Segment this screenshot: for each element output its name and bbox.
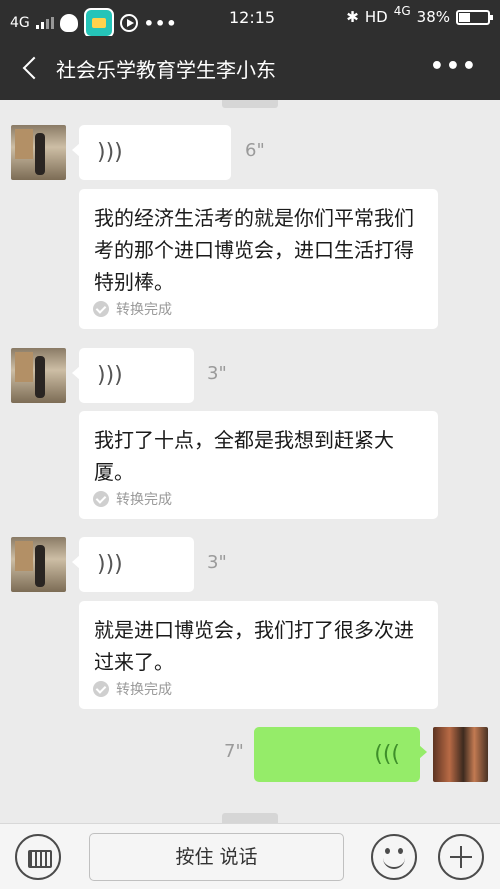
- voice-wave-icon: ))): [97, 552, 123, 577]
- transcript-bubble[interactable]: 我的经济生活考的就是你们平常我们考的那个进口博览会，进口生活打得特别棒。 转换完…: [79, 189, 438, 329]
- timestamp-chip: [222, 100, 278, 108]
- transcript-text: 就是进口博览会，我们打了很多次进过来了。: [94, 618, 414, 674]
- transcript-status-label: 转换完成: [116, 682, 172, 698]
- transcript-text: 我打了十点，全都是我想到赶紧大厦。: [94, 428, 394, 484]
- more-notifications-icon: •••: [143, 13, 178, 33]
- voice-duration: 3": [207, 552, 227, 573]
- voice-duration: 7": [224, 741, 244, 762]
- transcript-bubble[interactable]: 就是进口博览会，我们打了很多次进过来了。 转换完成: [79, 601, 438, 709]
- avatar[interactable]: [11, 537, 66, 592]
- bluetooth-icon: ✱: [346, 8, 359, 26]
- chat-title: 社会乐学教育学生李小东: [56, 58, 276, 82]
- back-chevron-icon[interactable]: [18, 54, 46, 82]
- transcript-status-label: 转换完成: [116, 492, 172, 508]
- check-circle-icon: [93, 301, 109, 317]
- hd-label: HD: [364, 8, 388, 26]
- transcript-status: 转换完成: [93, 489, 172, 509]
- voice-message-bubble[interactable]: ))): [72, 125, 231, 180]
- battery-percent: 38%: [416, 8, 450, 26]
- chat-header: 社会乐学教育学生李小东 •••: [0, 36, 500, 100]
- input-bar: 按住 说话: [0, 823, 500, 889]
- voice-wave-icon: (((: [374, 742, 400, 767]
- hold-to-talk-button[interactable]: 按住 说话: [89, 833, 344, 881]
- avatar[interactable]: [11, 348, 66, 403]
- transcript-status-label: 转换完成: [116, 302, 172, 318]
- voice-wave-icon: ))): [97, 363, 123, 388]
- avatar[interactable]: [11, 125, 66, 180]
- avatar-self[interactable]: [433, 727, 488, 782]
- transcript-bubble[interactable]: 我打了十点，全都是我想到赶紧大厦。 转换完成: [79, 411, 438, 519]
- transcript-text: 我的经济生活考的就是你们平常我们考的那个进口博览会，进口生活打得特别棒。: [94, 206, 414, 294]
- timestamp-chip: [222, 813, 278, 823]
- status-bar: 4G ••• 12:15 ✱ HD 4G 38%: [0, 0, 500, 38]
- more-dots-icon[interactable]: •••: [430, 54, 478, 79]
- voice-message-bubble-self[interactable]: (((: [254, 727, 427, 782]
- app-notification-icon: [83, 8, 114, 38]
- voice-duration: 6": [245, 140, 265, 161]
- network-type: 4G: [10, 15, 30, 31]
- voice-wave-icon: ))): [97, 140, 123, 165]
- keyboard-icon[interactable]: [15, 834, 61, 880]
- voice-message-bubble[interactable]: ))): [72, 348, 194, 403]
- voice-message-bubble[interactable]: ))): [72, 537, 194, 592]
- qq-icon: [59, 14, 78, 32]
- check-circle-icon: [93, 681, 109, 697]
- clock: 12:15: [229, 8, 276, 27]
- transcript-status: 转换完成: [93, 679, 172, 699]
- plus-icon[interactable]: [438, 834, 484, 880]
- emoji-icon[interactable]: [371, 834, 417, 880]
- battery-icon: [456, 9, 493, 25]
- check-circle-icon: [93, 491, 109, 507]
- transcript-status: 转换完成: [93, 299, 172, 319]
- voice-duration: 3": [207, 363, 227, 384]
- play-icon: [119, 14, 138, 32]
- network-label: 4G: [393, 4, 411, 18]
- signal-icon: [35, 17, 54, 29]
